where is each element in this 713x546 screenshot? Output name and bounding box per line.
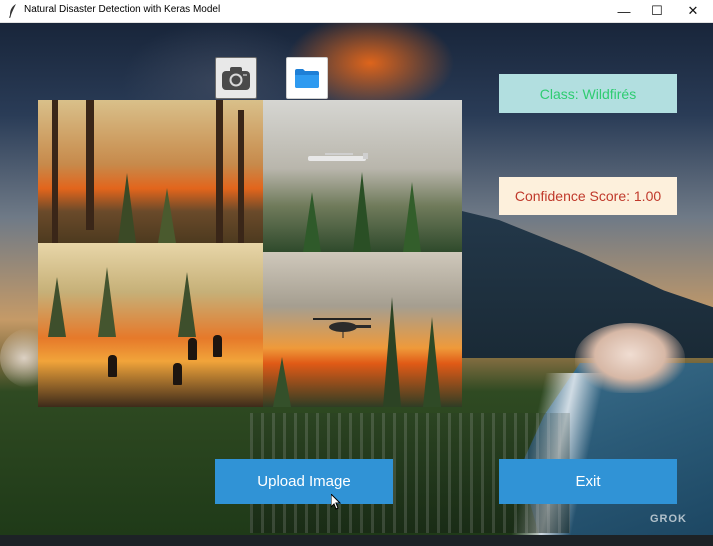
pine-tree xyxy=(403,182,421,252)
camera-button[interactable] xyxy=(215,57,257,99)
firefighter-figure xyxy=(188,338,197,360)
collage-panel-firefighters xyxy=(38,243,263,407)
pine-tree xyxy=(353,172,371,252)
folder-button[interactable] xyxy=(286,57,328,99)
confidence-label: Confidence Score: 1.00 xyxy=(514,188,662,204)
background-scene: GROK Class: Wildfirés Confidence Score: … xyxy=(0,23,713,535)
pine-tree xyxy=(178,272,196,337)
class-result-box: Class: Wildfirés xyxy=(499,74,677,113)
pine-tree xyxy=(158,188,176,243)
exit-button[interactable]: Exit xyxy=(499,459,677,504)
collage-panel-helicopter xyxy=(263,252,462,407)
tree-trunk xyxy=(216,100,223,243)
collage-panel-burning-forest xyxy=(38,100,263,243)
collage-panel-water-bomber xyxy=(263,100,462,252)
upload-image-button[interactable]: Upload Image xyxy=(215,459,393,504)
pine-tree xyxy=(98,267,116,337)
maximize-button[interactable]: ☐ xyxy=(640,0,674,22)
tree-trunk xyxy=(238,110,244,243)
background-watermark: GROK xyxy=(650,513,687,525)
title-bar: Natural Disaster Detection with Keras Mo… xyxy=(0,0,713,23)
camera-icon xyxy=(222,67,250,90)
tree-trunk xyxy=(52,100,58,243)
firefighter-figure xyxy=(108,355,117,377)
pine-tree xyxy=(48,277,66,337)
pine-tree xyxy=(423,317,441,407)
helicopter-icon xyxy=(313,318,371,338)
image-preview xyxy=(38,100,462,407)
confidence-result-box: Confidence Score: 1.00 xyxy=(499,177,677,215)
pine-tree xyxy=(383,297,401,407)
folder-icon xyxy=(295,69,319,88)
plane-icon xyxy=(308,153,368,161)
window-title: Natural Disaster Detection with Keras Mo… xyxy=(24,4,221,15)
tree-trunk xyxy=(86,100,94,230)
background-smoke-plume xyxy=(575,323,685,393)
close-button[interactable]: ✕ xyxy=(676,0,710,22)
pine-tree xyxy=(303,192,321,252)
minimize-button[interactable]: — xyxy=(607,0,641,22)
mouse-cursor-icon xyxy=(331,494,341,510)
firefighter-figure xyxy=(173,363,182,385)
pine-tree xyxy=(273,357,291,407)
pine-tree xyxy=(118,173,136,243)
window-bottom-edge xyxy=(0,535,713,546)
feather-icon xyxy=(9,4,16,18)
firefighter-figure xyxy=(213,335,222,357)
class-label: Class: Wildfirés xyxy=(539,85,637,102)
app-window: Natural Disaster Detection with Keras Mo… xyxy=(0,0,713,546)
